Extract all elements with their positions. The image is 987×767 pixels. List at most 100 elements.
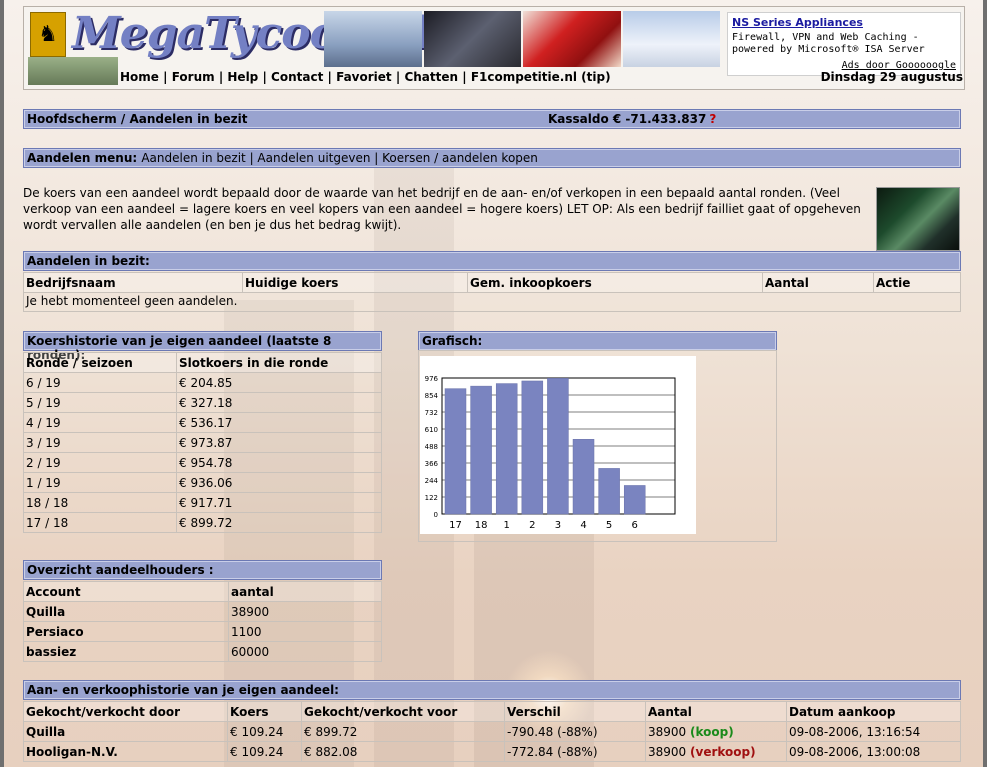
table-row: Persiaco 1100 bbox=[23, 621, 382, 642]
y-tick-label: 122 bbox=[425, 494, 438, 502]
round-cell: 3 / 19 bbox=[23, 432, 177, 453]
shares-menu: Aandelen menu: Aandelen in bezit | Aande… bbox=[27, 151, 538, 165]
table-row: 1 / 19 € 936.06 bbox=[23, 472, 382, 493]
amount-value: 38900 bbox=[648, 744, 687, 759]
column-header: Account bbox=[23, 581, 229, 602]
account-cell[interactable]: Persiaco bbox=[23, 621, 229, 642]
table-row: Quilla 38900 bbox=[23, 601, 382, 622]
column-header: Aantal bbox=[762, 272, 874, 293]
nav-help[interactable]: Help bbox=[227, 70, 258, 84]
nav-separator: | bbox=[163, 70, 168, 84]
table-row: 5 / 19 € 327.18 bbox=[23, 392, 382, 413]
table-row: bassiez 60000 bbox=[23, 641, 382, 662]
y-tick-label: 610 bbox=[425, 426, 438, 434]
account-cell[interactable]: Quilla bbox=[23, 601, 229, 622]
x-tick-label: 2 bbox=[529, 520, 535, 531]
graph-header: Grafisch: bbox=[418, 331, 777, 351]
table-row: Quilla € 109.24 € 899.72 -790.48 (-88%) … bbox=[23, 721, 961, 742]
y-tick-label: 244 bbox=[425, 477, 439, 485]
rate-cell: € 109.24 bbox=[227, 721, 302, 742]
column-header: aantal bbox=[228, 581, 382, 602]
chart-bar bbox=[495, 383, 518, 515]
price-cell: € 204.85 bbox=[176, 372, 382, 393]
trades-table: Gekocht/verkocht door Koers Gekocht/verk… bbox=[23, 701, 961, 762]
trader-cell[interactable]: Quilla bbox=[23, 721, 228, 742]
nav-f1competitie[interactable]: F1competitie.nl (tip) bbox=[471, 70, 611, 84]
trade-type-badge: (verkoop) bbox=[690, 744, 756, 759]
round-cell: 17 / 18 bbox=[23, 512, 177, 533]
menu-link-rates-buy[interactable]: Koersen / aandelen kopen bbox=[382, 151, 538, 165]
round-cell: 5 / 19 bbox=[23, 392, 177, 413]
horse-emblem-icon[interactable]: ♞ bbox=[30, 12, 66, 57]
y-tick-label: 976 bbox=[425, 375, 439, 383]
cash-balance-text: Kassaldo € -71.433.837 bbox=[548, 112, 707, 126]
round-cell: 6 / 19 bbox=[23, 372, 177, 393]
column-header: Gekocht/verkocht voor bbox=[301, 701, 505, 722]
help-question-icon[interactable]: ? bbox=[709, 112, 716, 126]
table-header-row: Gekocht/verkocht door Koers Gekocht/verk… bbox=[23, 701, 961, 722]
chart-bar bbox=[521, 380, 544, 515]
y-tick-label: 854 bbox=[425, 392, 439, 400]
holdings-title: Aandelen in bezit: bbox=[27, 254, 150, 268]
table-header-row: Bedrijfsnaam Huidige koers Gem. inkoopko… bbox=[23, 272, 961, 293]
table-row: 2 / 19 € 954.78 bbox=[23, 452, 382, 473]
column-header: Gekocht/verkocht door bbox=[23, 701, 228, 722]
price-cell: € 973.87 bbox=[176, 432, 382, 453]
holdings-header: Aandelen in bezit: bbox=[23, 251, 961, 271]
ad-text: Firewall, VPN and Web Caching - bbox=[732, 32, 919, 43]
trader-cell[interactable]: Hooligan-N.V. bbox=[23, 741, 228, 762]
amount-cell: 60000 bbox=[228, 641, 382, 662]
rate-cell: € 109.24 bbox=[227, 741, 302, 762]
nav-home[interactable]: Home bbox=[120, 70, 159, 84]
difference-cell: -790.48 (-88%) bbox=[504, 721, 646, 742]
nav-separator: | bbox=[327, 70, 332, 84]
menu-separator: | bbox=[245, 151, 258, 165]
y-tick-label: 366 bbox=[425, 460, 439, 468]
table-row: 18 / 18 € 917.71 bbox=[23, 492, 382, 513]
x-tick-label: 5 bbox=[606, 520, 612, 531]
table-row: 6 / 19 € 204.85 bbox=[23, 372, 382, 393]
holdings-empty-message: Je hebt momenteel geen aandelen. bbox=[26, 294, 238, 308]
nav-forum[interactable]: Forum bbox=[172, 70, 215, 84]
amount-cell: 1100 bbox=[228, 621, 382, 642]
x-tick-label: 1 bbox=[504, 520, 510, 531]
x-tick-label: 6 bbox=[632, 520, 638, 531]
column-header: Huidige koers bbox=[242, 272, 468, 293]
nav-separator: | bbox=[218, 70, 224, 84]
nav-contact[interactable]: Contact bbox=[271, 70, 323, 84]
account-cell[interactable]: bassiez bbox=[23, 641, 229, 662]
ad-title-link[interactable]: NS Series Appliances bbox=[732, 16, 863, 29]
intro-text: De koers van een aandeel wordt bepaald d… bbox=[23, 186, 861, 232]
menu-link-buy-shares: | bbox=[370, 151, 383, 165]
price-cell: € 536.17 bbox=[176, 412, 382, 433]
table-header-row: Ronde / seizoen Slotkoers in die ronde bbox=[23, 352, 382, 373]
jet-photo bbox=[622, 11, 720, 67]
shareholders-table: Account aantal Quilla 38900 Persiaco 1100 … bbox=[23, 581, 382, 662]
ad-box: NS Series Appliances Firewall, VPN and W… bbox=[727, 12, 961, 76]
shares-menu-label: Aandelen menu: bbox=[27, 151, 138, 165]
price-cell: € 917.71 bbox=[176, 492, 382, 513]
chart-bar bbox=[598, 468, 620, 515]
nav-favoriet[interactable]: Favoriet bbox=[336, 70, 392, 84]
menu-link-shares-owned[interactable]: Aandelen in bezit bbox=[141, 151, 245, 165]
column-header: Slotkoers in die ronde bbox=[176, 352, 382, 373]
header-photo-house bbox=[28, 57, 118, 85]
shareholders-title: Overzicht aandeelhouders : bbox=[27, 563, 214, 577]
column-header: Aantal bbox=[645, 701, 787, 722]
price-cell: € 954.78 bbox=[176, 452, 382, 473]
column-header: Actie bbox=[873, 272, 961, 293]
header-photo-strip bbox=[324, 11, 720, 67]
status-bar: Hoofdscherm / Aandelen in bezit Kassaldo… bbox=[23, 109, 961, 129]
amount-value: 38900 bbox=[648, 724, 687, 739]
menu-link-issue-shares[interactable]: Aandelen uitgeven bbox=[257, 151, 370, 165]
nav-chatten[interactable]: Chatten bbox=[404, 70, 458, 84]
amount-cell: 38900 bbox=[228, 601, 382, 622]
price-cell: € 899.72 bbox=[176, 512, 382, 533]
round-cell: 18 / 18 bbox=[23, 492, 177, 513]
column-header: Datum aankoop bbox=[786, 701, 961, 722]
shares-menu-bar: Aandelen menu: Aandelen in bezit | Aande… bbox=[23, 148, 961, 168]
round-cell: 1 / 19 bbox=[23, 472, 177, 493]
y-tick-label: 732 bbox=[425, 409, 438, 417]
x-tick-label: 3 bbox=[555, 520, 561, 531]
chart-bar bbox=[444, 388, 467, 515]
